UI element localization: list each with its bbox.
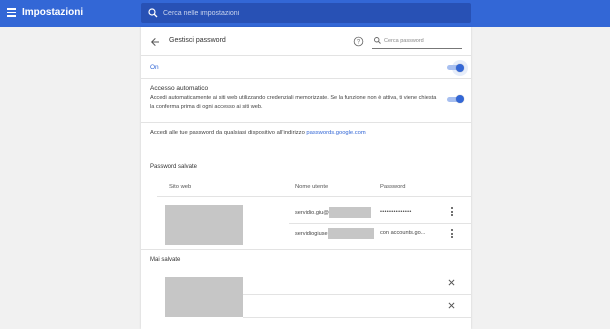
saved-passwords-title: Password salvate (150, 164, 198, 170)
redacted-site-image (165, 277, 243, 317)
toggle-knob (456, 95, 464, 103)
more-actions-icon[interactable] (449, 207, 455, 218)
passwords-google-link[interactable]: passwords.google.com (306, 130, 365, 136)
password-filter[interactable] (372, 33, 462, 49)
offer-save-label: On (150, 64, 159, 71)
password-settings-card: Gestisci password ? On Accesso automatic… (141, 27, 471, 329)
help-icon[interactable]: ? (353, 36, 364, 47)
section-divider (141, 78, 471, 79)
redacted-username (327, 228, 374, 239)
password-value: •••••••••••••• (380, 209, 412, 215)
table-row: servidiogiuse (295, 228, 374, 239)
redacted-site-image (165, 205, 243, 245)
search-icon (148, 8, 158, 18)
table-header-divider (157, 196, 471, 197)
password-federation-value: con accounts.go... (380, 230, 426, 236)
column-header-password: Password (380, 184, 406, 190)
username-value: servidiogiuse (295, 230, 328, 237)
settings-search-box[interactable] (141, 3, 471, 23)
offer-save-toggle[interactable] (447, 59, 468, 76)
row-divider (243, 317, 471, 318)
svg-text:?: ? (357, 40, 361, 46)
header-divider (141, 55, 471, 56)
page-title: Gestisci password (169, 37, 226, 44)
back-arrow-icon[interactable] (149, 36, 161, 48)
auto-signin-toggle[interactable] (447, 95, 464, 103)
account-access-text: Accedi alle tue password da qualsiasi di… (150, 130, 366, 136)
auto-signin-description: Accedi automaticamente ai siti web utili… (150, 95, 437, 110)
password-filter-input[interactable] (384, 35, 460, 46)
more-actions-icon[interactable] (449, 229, 455, 240)
app-title: Impostazioni (22, 7, 84, 18)
column-header-username: Nome utente (295, 184, 329, 190)
never-saved-title: Mai salvate (150, 257, 181, 263)
column-header-site: Sito web (169, 184, 192, 190)
section-divider (141, 249, 471, 250)
row-divider (289, 223, 471, 224)
table-row: servidio.giu@ (295, 207, 371, 218)
toggle-knob (456, 63, 464, 72)
auto-signin-title: Accesso automatico (150, 85, 209, 92)
username-value: servidio.giu@ (295, 209, 329, 216)
hamburger-menu-icon[interactable] (7, 8, 16, 17)
remove-exception-icon[interactable] (447, 301, 456, 310)
redacted-username (328, 207, 371, 218)
app-header: Impostazioni (0, 0, 610, 27)
account-access-label: Accedi alle tue password da qualsiasi di… (150, 130, 307, 136)
remove-exception-icon[interactable] (447, 278, 456, 287)
section-divider (141, 122, 471, 123)
settings-search-input[interactable] (163, 5, 463, 21)
row-divider (243, 294, 471, 295)
search-icon (374, 37, 381, 44)
